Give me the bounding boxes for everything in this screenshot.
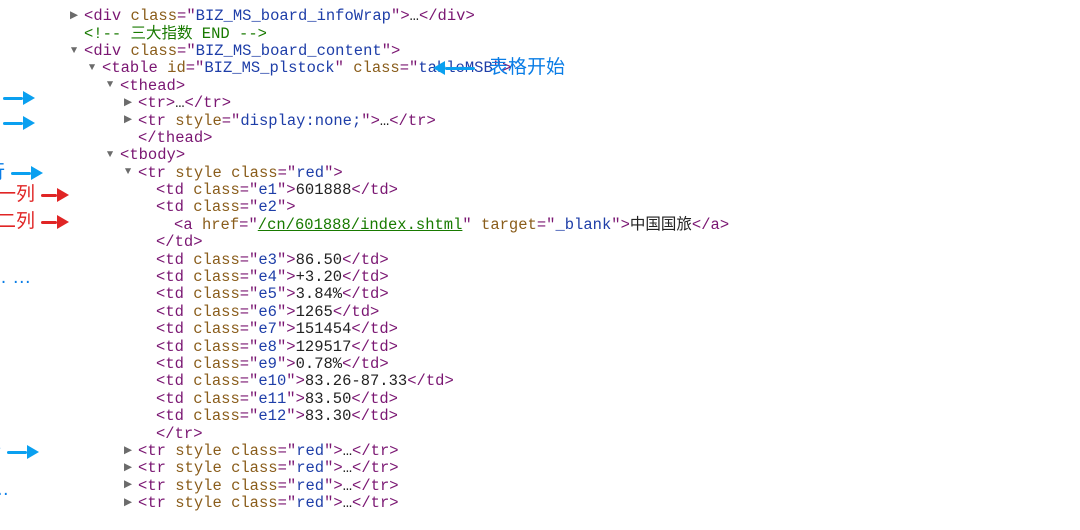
arrow-right-icon xyxy=(3,91,35,105)
arrow-right-icon xyxy=(41,215,69,229)
dom-node-div-content[interactable]: ▼ <div class="BIZ_MS_board_content"> xyxy=(68,43,1080,60)
dom-node-td-e2-close: ▶ </td> xyxy=(68,234,1080,251)
dom-node-td-e8[interactable]: ▶<td class="e8">129517</td> xyxy=(68,338,1080,355)
dom-node-td-e6[interactable]: ▶<td class="e6">1265</td> xyxy=(68,304,1080,321)
annotation-row1: 第一行 xyxy=(0,88,35,109)
annotation-dots-1: … … xyxy=(0,268,31,289)
dom-node-td-e2[interactable]: ▶ <td class="e2"> xyxy=(68,199,1080,216)
chevron-right-icon[interactable]: ▶ xyxy=(122,115,134,127)
chevron-right-icon[interactable]: ▶ xyxy=(122,480,134,492)
chevron-down-icon[interactable]: ▼ xyxy=(104,80,116,92)
chevron-right-icon[interactable]: ▶ xyxy=(122,498,134,510)
arrow-right-icon xyxy=(11,166,43,180)
dom-node-tr-2[interactable]: ▶ <tr style="display:none;">…</tr> xyxy=(68,112,1080,129)
annotation-col1: 第一列 xyxy=(0,185,69,206)
dom-node-td-e10[interactable]: ▶<td class="e10">83.26-87.33</td> xyxy=(68,373,1080,390)
dom-node-tr-1[interactable]: ▶ <tr>…</tr> xyxy=(68,95,1080,112)
dom-node-thead[interactable]: ▼ <thead> xyxy=(68,78,1080,95)
annotation-row4: 第四行 xyxy=(0,442,39,463)
arrow-right-icon xyxy=(3,116,35,130)
dom-comment: ▶ <!-- 三大指数 END --> xyxy=(68,25,1080,42)
dom-node-tr-3-close: ▶ </tr> xyxy=(68,425,1080,442)
chevron-down-icon[interactable]: ▼ xyxy=(86,63,98,75)
chevron-right-icon[interactable]: ▶ xyxy=(68,11,80,23)
dom-node-tr-7[interactable]: ▶<tr style class="red">…</tr> xyxy=(68,495,1080,512)
chevron-down-icon[interactable]: ▼ xyxy=(104,150,116,162)
chevron-right-icon[interactable]: ▶ xyxy=(122,446,134,458)
dom-node-td-e7[interactable]: ▶<td class="e7">151454</td> xyxy=(68,321,1080,338)
dom-node-tr-6[interactable]: ▶<tr style class="red">…</tr> xyxy=(68,478,1080,495)
dom-node-a[interactable]: ▶ <a href="/cn/601888/index.shtml" targe… xyxy=(68,217,1080,234)
dom-node-thead-close: ▶ </thead> xyxy=(68,130,1080,147)
chevron-right-icon[interactable]: ▶ xyxy=(122,98,134,110)
dom-node-tbody[interactable]: ▼ <tbody> xyxy=(68,147,1080,164)
dom-node-tr-3[interactable]: ▼ <tr style class="red"> xyxy=(68,165,1080,182)
annotation-row3: 第三行 xyxy=(0,163,43,184)
arrow-right-icon xyxy=(41,188,69,202)
annotation-dots-2: … … xyxy=(0,480,9,501)
chevron-right-icon[interactable]: ▶ xyxy=(122,463,134,475)
chevron-down-icon[interactable]: ▼ xyxy=(68,46,80,58)
dom-node-tr-5[interactable]: ▶<tr style class="red">…</tr> xyxy=(68,460,1080,477)
dom-node-table[interactable]: ▼ <table id="BIZ_MS_plstock" class="tabl… xyxy=(68,60,1080,77)
dom-node-td-e11[interactable]: ▶<td class="e11">83.50</td> xyxy=(68,391,1080,408)
arrow-right-icon xyxy=(7,445,39,459)
dom-node-td-e1[interactable]: ▶ <td class="e1">601888</td> xyxy=(68,182,1080,199)
dom-node-td-e9[interactable]: ▶<td class="e9">0.78%</td> xyxy=(68,356,1080,373)
chevron-down-icon[interactable]: ▼ xyxy=(122,167,134,179)
dom-node-td-e3[interactable]: ▶<td class="e3">86.50</td> xyxy=(68,251,1080,268)
dom-node-div-infowrap[interactable]: ▶ <div class="BIZ_MS_board_infoWrap">…</… xyxy=(68,8,1080,25)
annotation-col2: 第二列 xyxy=(0,212,69,233)
annotation-row2: 第二行 xyxy=(0,113,35,134)
dom-node-td-e5[interactable]: ▶<td class="e5">3.84%</td> xyxy=(68,286,1080,303)
devtools-dom-tree: ▶ <div class="BIZ_MS_board_infoWrap">…</… xyxy=(0,0,1080,530)
dom-node-td-e4[interactable]: ▶<td class="e4">+3.20</td> xyxy=(68,269,1080,286)
dom-node-tr-4[interactable]: ▶<tr style class="red">…</tr> xyxy=(68,443,1080,460)
dom-node-td-e12[interactable]: ▶<td class="e12">83.30</td> xyxy=(68,408,1080,425)
